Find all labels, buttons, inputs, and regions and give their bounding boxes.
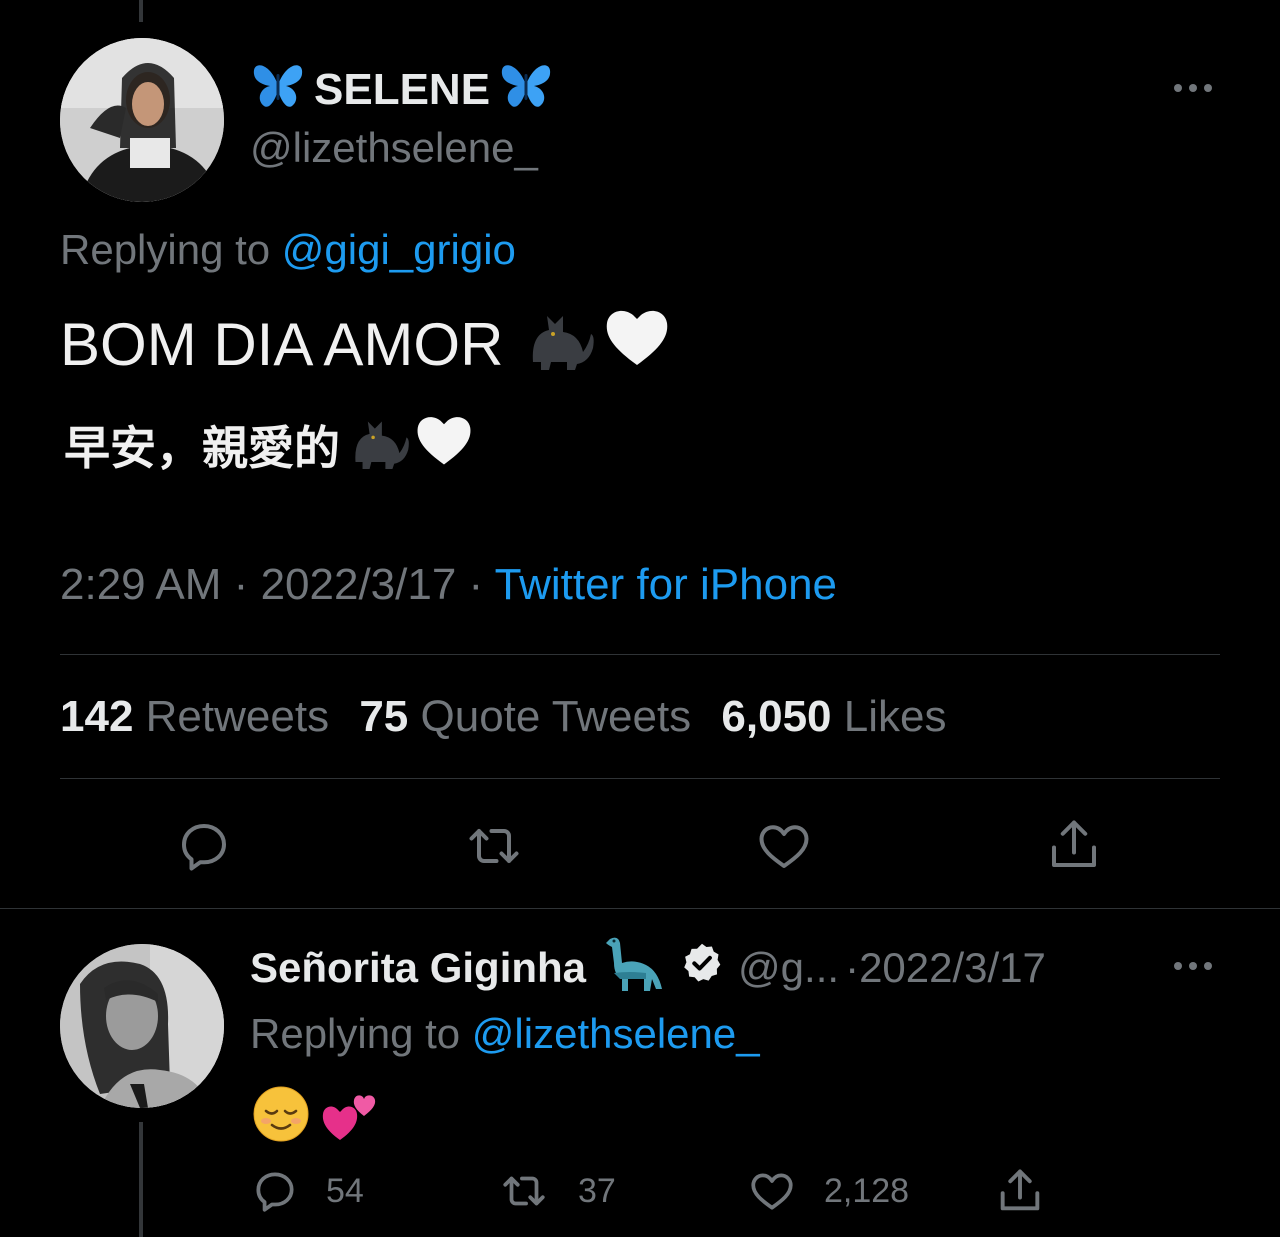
display-name-giginha[interactable]: Señorita Giginha [250, 944, 586, 992]
tweet-author-name[interactable]: SELENE [250, 60, 554, 120]
like-icon [759, 825, 809, 868]
share-icon [1052, 820, 1096, 867]
meta-separator: · [845, 944, 860, 991]
likes-count: 6,050 [721, 692, 832, 741]
avatar-giginha-image [60, 944, 224, 1108]
reply-like-button[interactable]: 2,128 [746, 1166, 909, 1216]
avatar-giginha[interactable] [60, 944, 224, 1108]
share-button[interactable] [1044, 814, 1104, 876]
more-icon[interactable] [1174, 84, 1212, 92]
reply-header: Señorita Giginha @g... · 2022/3/17 [250, 936, 1046, 1000]
display-name-selene: SELENE [314, 65, 491, 114]
tweet-meta: 2:29 AM · 2022/3/17 · Twitter for iPhone [60, 560, 837, 610]
tweet-text-line1: BOM DIA AMOR [60, 308, 671, 380]
reply-button[interactable] [174, 816, 234, 876]
reply-icon [182, 824, 226, 871]
retweet-icon [469, 829, 519, 863]
replying-to: Replying to @gigi_grigio [60, 226, 516, 274]
retweet-button[interactable] [462, 816, 526, 876]
relieved-face-emoji [252, 1085, 310, 1148]
avatar-selene[interactable] [60, 38, 224, 202]
retweet-icon [503, 1176, 545, 1206]
reply-share-button[interactable] [994, 1164, 1046, 1218]
meta-separator: · [468, 560, 484, 609]
divider [60, 654, 1220, 655]
reply-icon [256, 1172, 294, 1212]
reply-handle[interactable]: @g... [738, 944, 839, 992]
reply-count: 54 [326, 1171, 364, 1210]
tweet-time[interactable]: 2:29 AM [60, 560, 221, 609]
quotes-count: 75 [359, 692, 409, 741]
butterfly-icon [498, 60, 554, 121]
tweet-date[interactable]: 2022/3/17 [261, 560, 457, 609]
likes-stat[interactable]: 6,050 Likes [721, 692, 946, 741]
reply-date[interactable]: 2022/3/17 [859, 944, 1046, 992]
thread-line-bottom [139, 1122, 143, 1237]
replying-to-label: Replying to [60, 226, 271, 273]
section-divider [0, 908, 1280, 909]
like-icon [751, 1173, 793, 1210]
likes-label: Likes [843, 692, 947, 741]
thread-line-top [139, 0, 143, 22]
tweet-text-chinese: 早安，親愛的 [64, 422, 340, 474]
meta-separator: · [233, 560, 249, 609]
like-count: 2,128 [824, 1171, 910, 1210]
dinosaur-emoji [600, 933, 666, 1003]
reply-reply-button[interactable]: 54 [250, 1166, 364, 1216]
retweets-count: 142 [60, 692, 134, 741]
tweet-source[interactable]: Twitter for iPhone [495, 560, 837, 609]
share-icon [1000, 1169, 1040, 1211]
replying-to-handle[interactable]: @gigi_grigio [282, 226, 516, 273]
two-hearts-emoji [320, 1084, 380, 1149]
butterfly-icon [250, 60, 306, 121]
retweet-count: 37 [578, 1171, 616, 1210]
verified-badge-icon [680, 941, 724, 995]
cat-emoji [350, 411, 412, 480]
retweets-label: Retweets [145, 692, 330, 741]
quotes-stat[interactable]: 75 Quote Tweets [359, 692, 691, 741]
retweets-stat[interactable]: 142 Retweets [60, 692, 329, 741]
avatar-selene-image [60, 38, 224, 202]
divider [60, 778, 1220, 779]
reply-retweet-button[interactable]: 37 [496, 1166, 616, 1216]
white-heart-emoji [603, 305, 671, 383]
tweet-text-bom-dia: BOM DIA AMOR [60, 310, 504, 378]
tweet-stats: 142 Retweets 75 Quote Tweets 6,050 Likes [60, 692, 946, 742]
replying-to-handle[interactable]: @lizethselene_ [472, 1010, 760, 1057]
cat-emoji [527, 304, 597, 384]
reply-text [252, 1086, 380, 1146]
replying-to-label: Replying to [250, 1010, 461, 1057]
like-button[interactable] [754, 816, 814, 876]
more-icon[interactable] [1174, 962, 1212, 970]
tweet-text-line2: 早安，親愛的 [64, 410, 474, 480]
quotes-label: Quote Tweets [420, 692, 692, 741]
reply-replying-to: Replying to @lizethselene_ [250, 1010, 760, 1058]
tweet-author-handle[interactable]: @lizethselene_ [250, 124, 538, 172]
white-heart-emoji [414, 412, 474, 479]
